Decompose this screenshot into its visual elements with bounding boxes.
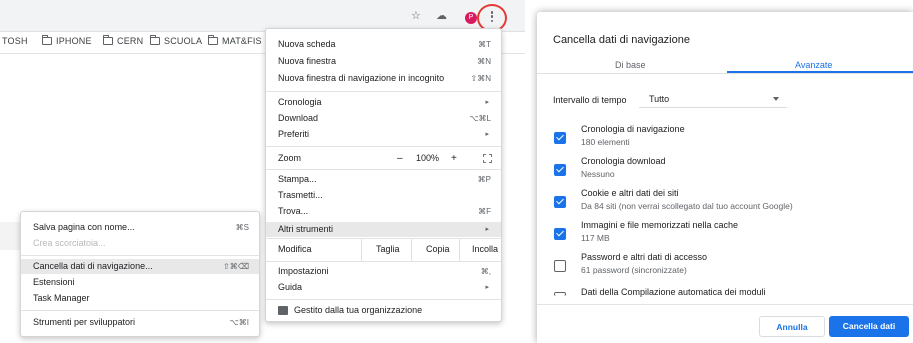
bookmark-item[interactable]: IPHONE: [42, 35, 92, 46]
menu-item-managed[interactable]: Gestito dalla tua organizzazione: [266, 303, 501, 318]
clear-data-button[interactable]: Cancella dati: [829, 316, 909, 337]
tab-divider: [537, 73, 913, 74]
menu-item-new-window[interactable]: Nuova finestra ⌘N: [266, 54, 501, 69]
checkbox-autofill[interactable]: [554, 292, 566, 296]
star-icon[interactable]: ☆: [411, 9, 421, 22]
option-subtitle: 117 MB: [581, 233, 610, 243]
checkbox-passwords[interactable]: [554, 260, 566, 272]
menu-item-save-page[interactable]: Salva pagina con nome... ⌘S: [21, 220, 259, 235]
bookmark-item[interactable]: TOSH: [2, 36, 28, 46]
chevron-right-icon: ▸: [485, 99, 489, 106]
menu-separator: [411, 239, 412, 261]
option-title: Cookie e altri dati dei siti: [581, 188, 679, 198]
checkbox-browsing-history[interactable]: [554, 132, 566, 144]
zoom-level: 100%: [416, 153, 440, 163]
menu-separator: [21, 310, 259, 311]
menu-item-bookmarks[interactable]: Preferiti ▸: [266, 127, 501, 142]
bookmark-item[interactable]: SCUOLA: [150, 35, 202, 46]
copy-button[interactable]: Copia: [426, 242, 450, 257]
tab-active-indicator: [727, 71, 913, 73]
cut-button[interactable]: Taglia: [376, 242, 400, 257]
checkbox-cache[interactable]: [554, 228, 566, 240]
fullscreen-icon[interactable]: [483, 154, 492, 163]
menu-item-cast[interactable]: Trasmetti...: [266, 188, 501, 203]
checkbox-cookies[interactable]: [554, 196, 566, 208]
menu-item-more-tools[interactable]: Altri strumenti ▸: [266, 222, 501, 237]
menu-item-extensions[interactable]: Estensioni: [21, 275, 259, 290]
folder-icon: [103, 35, 113, 45]
cancel-button[interactable]: Annulla: [759, 316, 825, 337]
time-range-select[interactable]: Tutto: [639, 88, 787, 108]
chrome-menu: Nuova scheda ⌘T Nuova finestra ⌘N Nuova fi…: [265, 28, 502, 322]
chevron-right-icon: ▸: [485, 226, 489, 233]
menu-item-new-tab[interactable]: Nuova scheda ⌘T: [266, 37, 501, 52]
chevron-right-icon: ▸: [485, 131, 489, 138]
folder-icon: [150, 35, 160, 45]
avatar[interactable]: P: [465, 12, 477, 24]
option-subtitle: 61 password (sincronizzate): [581, 265, 687, 275]
option-title: Password e altri dati di accesso: [581, 252, 708, 262]
menu-item-history[interactable]: Cronologia ▸: [266, 95, 501, 110]
option-subtitle: Da 84 siti (non verrai scollegato dal tu…: [581, 201, 793, 211]
folder-icon: [42, 35, 52, 45]
menu-separator: [361, 239, 362, 261]
menu-item-task-manager[interactable]: Task Manager: [21, 291, 259, 306]
tab-advanced[interactable]: Avanzate: [795, 60, 832, 70]
time-range-value: Tutto: [649, 94, 670, 104]
tab-basic[interactable]: Di base: [615, 60, 646, 70]
menu-item-print[interactable]: Stampa... ⌘P: [266, 172, 501, 187]
bookmark-item[interactable]: MAT&FIS: [208, 35, 262, 46]
option-title: Cronologia di navigazione: [581, 124, 685, 134]
bookmark-item[interactable]: CERN: [103, 35, 143, 46]
chevron-right-icon: ▸: [485, 284, 489, 291]
menu-item-edit: Modifica Taglia Copia Incolla: [266, 239, 501, 261]
extension-icon[interactable]: ☁: [436, 9, 447, 22]
menu-item-zoom: Zoom – 100% +: [266, 151, 501, 166]
menu-item-incognito[interactable]: Nuova finestra di navigazione in incogni…: [266, 71, 501, 86]
menu-item-clear-data[interactable]: Cancella dati di navigazione... ⇧⌘⌫: [21, 259, 259, 274]
option-title: Cronologia download: [581, 156, 666, 166]
time-range-label: Intervallo di tempo: [553, 95, 627, 105]
more-tools-submenu: Salva pagina con nome... ⌘S Crea scorciat…: [20, 211, 260, 337]
zoom-out-button[interactable]: –: [397, 151, 403, 166]
menu-item-downloads[interactable]: Download ⌥⌘L: [266, 111, 501, 126]
option-title: Immagini e file memorizzati nella cache: [581, 220, 739, 230]
menu-separator: [21, 255, 259, 256]
menu-separator: [266, 146, 501, 147]
clear-data-dialog: Cancella dati di navigazione Di base Ava…: [537, 12, 913, 343]
caret-down-icon: [773, 97, 779, 101]
zoom-in-button[interactable]: +: [451, 151, 457, 166]
menu-separator: [459, 239, 460, 261]
menu-separator: [266, 299, 501, 300]
option-subtitle: Nessuno: [581, 169, 615, 179]
option-subtitle: 180 elementi: [581, 137, 630, 147]
checkbox-download-history[interactable]: [554, 164, 566, 176]
option-title: Dati della Compilazione automatica dei m…: [581, 287, 766, 297]
menu-item-find[interactable]: Trova... ⌘F: [266, 204, 501, 219]
menu-separator: [266, 91, 501, 92]
folder-icon: [208, 35, 218, 45]
building-icon: [278, 306, 288, 315]
menu-separator: [266, 261, 501, 262]
dialog-title: Cancella dati di navigazione: [553, 34, 690, 46]
menu-separator: [266, 238, 501, 239]
menu-separator: [266, 169, 501, 170]
menu-item-create-shortcut: Crea scorciatoia...: [33, 238, 106, 248]
paste-button[interactable]: Incolla: [472, 242, 498, 257]
menu-item-dev-tools[interactable]: Strumenti per sviluppatori ⌥⌘I: [21, 315, 259, 330]
browser-window: ☆ ☁ P TOSH IPHONE CERN SCUOLA MAT&FIS Nu…: [0, 0, 525, 343]
menu-item-help[interactable]: Guida ▸: [266, 280, 501, 295]
menu-item-settings[interactable]: Impostazioni ⌘,: [266, 264, 501, 279]
